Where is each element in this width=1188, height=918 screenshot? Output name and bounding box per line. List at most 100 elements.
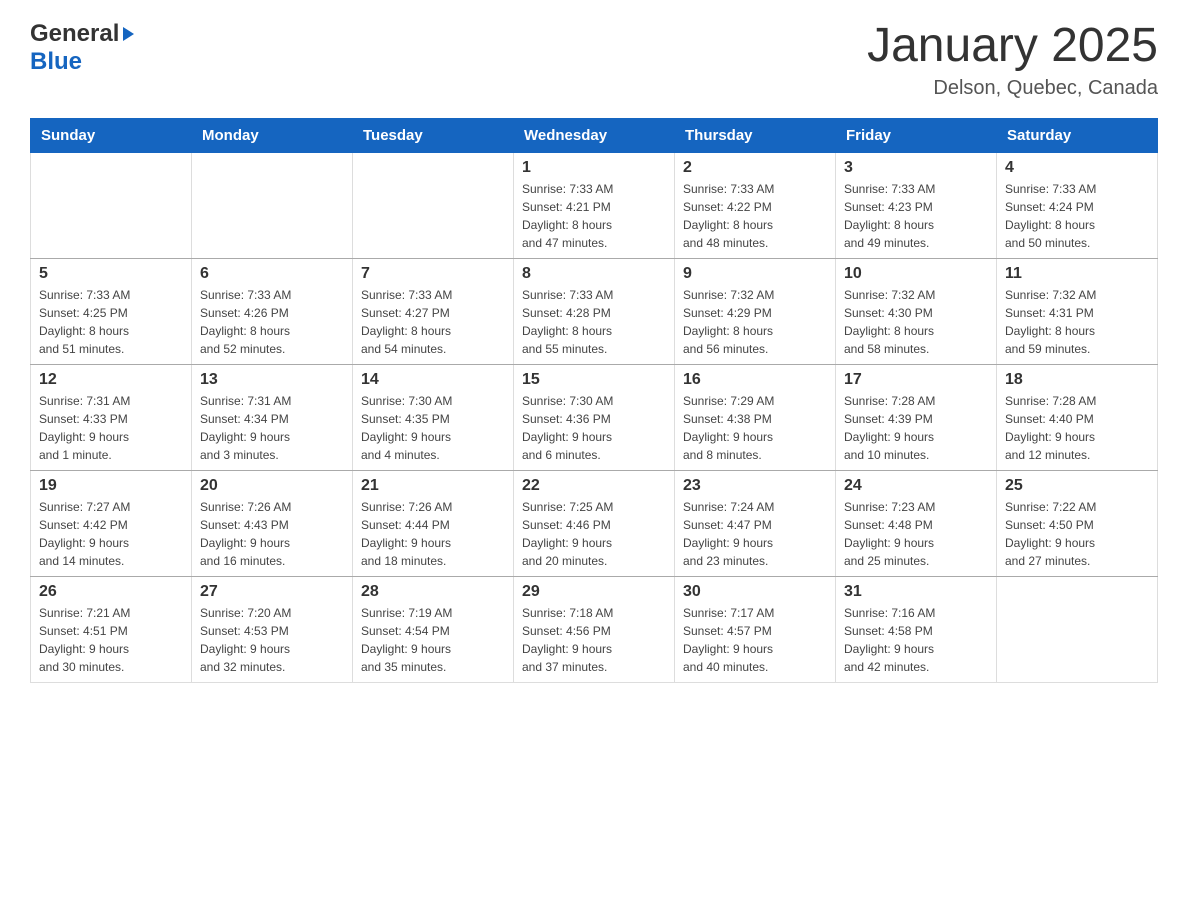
day-cell: 4 Sunrise: 7:33 AMSunset: 4:24 PMDaylight… bbox=[997, 152, 1158, 258]
day-info: Sunrise: 7:19 AMSunset: 4:54 PMDaylight:… bbox=[361, 604, 505, 676]
day-cell: 14 Sunrise: 7:30 AMSunset: 4:35 PMDayligh… bbox=[353, 364, 514, 470]
day-info: Sunrise: 7:32 AMSunset: 4:31 PMDaylight:… bbox=[1005, 286, 1149, 358]
day-number: 30 bbox=[683, 583, 827, 601]
week-row-3: 19 Sunrise: 7:27 AMSunset: 4:42 PMDayligh… bbox=[31, 470, 1158, 576]
logo-triangle-icon bbox=[123, 27, 134, 41]
day-info: Sunrise: 7:31 AMSunset: 4:33 PMDaylight:… bbox=[39, 392, 183, 464]
day-number: 11 bbox=[1005, 265, 1149, 283]
day-number: 20 bbox=[200, 477, 344, 495]
day-number: 29 bbox=[522, 583, 666, 601]
week-row-0: 1 Sunrise: 7:33 AMSunset: 4:21 PMDaylight… bbox=[31, 152, 1158, 258]
day-cell: 24 Sunrise: 7:23 AMSunset: 4:48 PMDayligh… bbox=[836, 470, 997, 576]
day-number: 5 bbox=[39, 265, 183, 283]
day-info: Sunrise: 7:22 AMSunset: 4:50 PMDaylight:… bbox=[1005, 498, 1149, 570]
day-cell: 26 Sunrise: 7:21 AMSunset: 4:51 PMDayligh… bbox=[31, 576, 192, 682]
day-cell bbox=[31, 152, 192, 258]
day-cell: 31 Sunrise: 7:16 AMSunset: 4:58 PMDayligh… bbox=[836, 576, 997, 682]
day-info: Sunrise: 7:29 AMSunset: 4:38 PMDaylight:… bbox=[683, 392, 827, 464]
day-number: 23 bbox=[683, 477, 827, 495]
day-info: Sunrise: 7:17 AMSunset: 4:57 PMDaylight:… bbox=[683, 604, 827, 676]
day-info: Sunrise: 7:30 AMSunset: 4:36 PMDaylight:… bbox=[522, 392, 666, 464]
day-number: 7 bbox=[361, 265, 505, 283]
day-number: 17 bbox=[844, 371, 988, 389]
day-info: Sunrise: 7:33 AMSunset: 4:22 PMDaylight:… bbox=[683, 180, 827, 252]
day-info: Sunrise: 7:33 AMSunset: 4:28 PMDaylight:… bbox=[522, 286, 666, 358]
day-number: 19 bbox=[39, 477, 183, 495]
day-number: 24 bbox=[844, 477, 988, 495]
day-info: Sunrise: 7:33 AMSunset: 4:24 PMDaylight:… bbox=[1005, 180, 1149, 252]
day-cell: 17 Sunrise: 7:28 AMSunset: 4:39 PMDayligh… bbox=[836, 364, 997, 470]
day-number: 12 bbox=[39, 371, 183, 389]
day-cell bbox=[353, 152, 514, 258]
day-number: 9 bbox=[683, 265, 827, 283]
col-header-tuesday: Tuesday bbox=[353, 118, 514, 152]
day-number: 10 bbox=[844, 265, 988, 283]
day-cell: 23Sunrise: 7:24 AMSunset: 4:47 PMDayligh… bbox=[675, 470, 836, 576]
week-row-2: 12 Sunrise: 7:31 AMSunset: 4:33 PMDayligh… bbox=[31, 364, 1158, 470]
day-number: 13 bbox=[200, 371, 344, 389]
day-info: Sunrise: 7:16 AMSunset: 4:58 PMDaylight:… bbox=[844, 604, 988, 676]
title-block: January 2025 Delson, Quebec, Canada bbox=[867, 20, 1158, 100]
logo-blue-text: Blue bbox=[30, 48, 82, 76]
day-number: 1 bbox=[522, 159, 666, 177]
day-info: Sunrise: 7:33 AMSunset: 4:26 PMDaylight:… bbox=[200, 286, 344, 358]
day-number: 18 bbox=[1005, 371, 1149, 389]
day-number: 27 bbox=[200, 583, 344, 601]
day-number: 14 bbox=[361, 371, 505, 389]
day-cell: 8 Sunrise: 7:33 AMSunset: 4:28 PMDaylight… bbox=[514, 258, 675, 364]
day-info: Sunrise: 7:33 AMSunset: 4:21 PMDaylight:… bbox=[522, 180, 666, 252]
day-cell: 30 Sunrise: 7:17 AMSunset: 4:57 PMDayligh… bbox=[675, 576, 836, 682]
day-number: 6 bbox=[200, 265, 344, 283]
day-number: 4 bbox=[1005, 159, 1149, 177]
day-cell: 20 Sunrise: 7:26 AMSunset: 4:43 PMDayligh… bbox=[192, 470, 353, 576]
day-cell: 2 Sunrise: 7:33 AMSunset: 4:22 PMDaylight… bbox=[675, 152, 836, 258]
day-info: Sunrise: 7:30 AMSunset: 4:35 PMDaylight:… bbox=[361, 392, 505, 464]
day-cell: 13 Sunrise: 7:31 AMSunset: 4:34 PMDayligh… bbox=[192, 364, 353, 470]
calendar-table: SundayMondayTuesdayWednesdayThursdayFrid… bbox=[30, 118, 1158, 683]
day-number: 8 bbox=[522, 265, 666, 283]
day-cell: 7 Sunrise: 7:33 AMSunset: 4:27 PMDaylight… bbox=[353, 258, 514, 364]
header-row: SundayMondayTuesdayWednesdayThursdayFrid… bbox=[31, 118, 1158, 152]
day-info: Sunrise: 7:21 AMSunset: 4:51 PMDaylight:… bbox=[39, 604, 183, 676]
day-info: Sunrise: 7:27 AMSunset: 4:42 PMDaylight:… bbox=[39, 498, 183, 570]
day-info: Sunrise: 7:26 AMSunset: 4:43 PMDaylight:… bbox=[200, 498, 344, 570]
day-cell: 12 Sunrise: 7:31 AMSunset: 4:33 PMDayligh… bbox=[31, 364, 192, 470]
day-cell: 18 Sunrise: 7:28 AMSunset: 4:40 PMDayligh… bbox=[997, 364, 1158, 470]
col-header-wednesday: Wednesday bbox=[514, 118, 675, 152]
day-number: 26 bbox=[39, 583, 183, 601]
day-cell: 5 Sunrise: 7:33 AMSunset: 4:25 PMDaylight… bbox=[31, 258, 192, 364]
week-row-4: 26 Sunrise: 7:21 AMSunset: 4:51 PMDayligh… bbox=[31, 576, 1158, 682]
day-cell: 15 Sunrise: 7:30 AMSunset: 4:36 PMDayligh… bbox=[514, 364, 675, 470]
day-cell: 21Sunrise: 7:26 AMSunset: 4:44 PMDayligh… bbox=[353, 470, 514, 576]
day-info: Sunrise: 7:33 AMSunset: 4:27 PMDaylight:… bbox=[361, 286, 505, 358]
day-number: 16 bbox=[683, 371, 827, 389]
day-cell: 11 Sunrise: 7:32 AMSunset: 4:31 PMDayligh… bbox=[997, 258, 1158, 364]
day-number: 15 bbox=[522, 371, 666, 389]
col-header-friday: Friday bbox=[836, 118, 997, 152]
day-info: Sunrise: 7:23 AMSunset: 4:48 PMDaylight:… bbox=[844, 498, 988, 570]
day-info: Sunrise: 7:25 AMSunset: 4:46 PMDaylight:… bbox=[522, 498, 666, 570]
logo-row1: General bbox=[30, 20, 134, 48]
day-cell: 9Sunrise: 7:32 AMSunset: 4:29 PMDaylight… bbox=[675, 258, 836, 364]
day-cell: 29Sunrise: 7:18 AMSunset: 4:56 PMDayligh… bbox=[514, 576, 675, 682]
day-info: Sunrise: 7:31 AMSunset: 4:34 PMDaylight:… bbox=[200, 392, 344, 464]
day-cell: 3Sunrise: 7:33 AMSunset: 4:23 PMDaylight… bbox=[836, 152, 997, 258]
day-cell: 28Sunrise: 7:19 AMSunset: 4:54 PMDayligh… bbox=[353, 576, 514, 682]
calendar-subtitle: Delson, Quebec, Canada bbox=[867, 77, 1158, 100]
day-number: 31 bbox=[844, 583, 988, 601]
col-header-monday: Monday bbox=[192, 118, 353, 152]
day-cell: 25Sunrise: 7:22 AMSunset: 4:50 PMDayligh… bbox=[997, 470, 1158, 576]
day-info: Sunrise: 7:20 AMSunset: 4:53 PMDaylight:… bbox=[200, 604, 344, 676]
day-cell: 10 Sunrise: 7:32 AMSunset: 4:30 PMDayligh… bbox=[836, 258, 997, 364]
day-info: Sunrise: 7:26 AMSunset: 4:44 PMDaylight:… bbox=[361, 498, 505, 570]
day-info: Sunrise: 7:33 AMSunset: 4:25 PMDaylight:… bbox=[39, 286, 183, 358]
day-number: 22 bbox=[522, 477, 666, 495]
day-info: Sunrise: 7:32 AMSunset: 4:30 PMDaylight:… bbox=[844, 286, 988, 358]
logo-general-text: General bbox=[30, 20, 119, 48]
day-cell bbox=[192, 152, 353, 258]
day-info: Sunrise: 7:28 AMSunset: 4:39 PMDaylight:… bbox=[844, 392, 988, 464]
day-info: Sunrise: 7:28 AMSunset: 4:40 PMDaylight:… bbox=[1005, 392, 1149, 464]
logo: General Blue bbox=[30, 20, 134, 76]
day-cell: 22 Sunrise: 7:25 AMSunset: 4:46 PMDayligh… bbox=[514, 470, 675, 576]
day-number: 2 bbox=[683, 159, 827, 177]
